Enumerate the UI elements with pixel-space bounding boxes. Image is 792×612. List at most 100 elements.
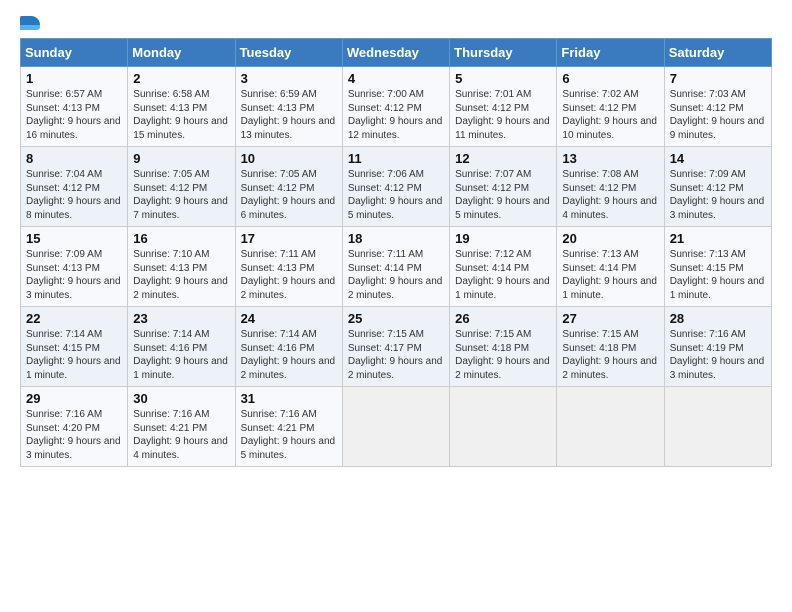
calendar-cell: 6 Sunrise: 7:02 AMSunset: 4:12 PMDaylight…: [557, 67, 664, 147]
day-content: Sunrise: 7:02 AMSunset: 4:12 PMDaylight:…: [562, 89, 657, 141]
calendar-week-row: 29 Sunrise: 7:16 AMSunset: 4:20 PMDayligh…: [21, 387, 772, 467]
day-number: 11: [348, 151, 444, 166]
day-content: Sunrise: 7:11 AMSunset: 4:13 PMDaylight:…: [241, 249, 336, 301]
day-number: 18: [348, 231, 444, 246]
day-number: 7: [670, 71, 766, 86]
day-number: 19: [455, 231, 551, 246]
day-number: 4: [348, 71, 444, 86]
day-content: Sunrise: 6:59 AMSunset: 4:13 PMDaylight:…: [241, 89, 336, 141]
day-content: Sunrise: 7:06 AMSunset: 4:12 PMDaylight:…: [348, 169, 443, 221]
calendar-cell: 8Sunrise: 7:04 AMSunset: 4:12 PMDaylight…: [21, 147, 128, 227]
day-number: 5: [455, 71, 551, 86]
day-content: Sunrise: 7:16 AMSunset: 4:21 PMDaylight:…: [133, 409, 228, 461]
calendar-cell: 12 Sunrise: 7:07 AMSunset: 4:12 PMDayligh…: [450, 147, 557, 227]
day-content: Sunrise: 6:57 AMSunset: 4:13 PMDaylight:…: [26, 89, 121, 141]
calendar-cell: 30 Sunrise: 7:16 AMSunset: 4:21 PMDayligh…: [128, 387, 235, 467]
calendar-week-row: 22 Sunrise: 7:14 AMSunset: 4:15 PMDayligh…: [21, 307, 772, 387]
calendar-cell: [450, 387, 557, 467]
day-content: Sunrise: 7:14 AMSunset: 4:16 PMDaylight:…: [133, 329, 228, 381]
calendar-cell: 13 Sunrise: 7:08 AMSunset: 4:12 PMDayligh…: [557, 147, 664, 227]
day-content: Sunrise: 7:09 AMSunset: 4:13 PMDaylight:…: [26, 249, 121, 301]
calendar-cell: 4 Sunrise: 7:00 AMSunset: 4:12 PMDaylight…: [342, 67, 449, 147]
day-content: Sunrise: 6:58 AMSunset: 4:13 PMDaylight:…: [133, 89, 228, 141]
calendar-cell: 22 Sunrise: 7:14 AMSunset: 4:15 PMDayligh…: [21, 307, 128, 387]
calendar-cell: 10 Sunrise: 7:05 AMSunset: 4:12 PMDayligh…: [235, 147, 342, 227]
calendar-cell: 23 Sunrise: 7:14 AMSunset: 4:16 PMDayligh…: [128, 307, 235, 387]
weekday-header-tuesday: Tuesday: [235, 39, 342, 67]
calendar-cell: 21 Sunrise: 7:13 AMSunset: 4:15 PMDayligh…: [664, 227, 771, 307]
calendar-week-row: 8Sunrise: 7:04 AMSunset: 4:12 PMDaylight…: [21, 147, 772, 227]
weekday-header-sunday: Sunday: [21, 39, 128, 67]
day-number: 30: [133, 391, 229, 406]
day-content: Sunrise: 7:09 AMSunset: 4:12 PMDaylight:…: [670, 169, 765, 221]
weekday-header-saturday: Saturday: [664, 39, 771, 67]
header: [20, 16, 772, 30]
calendar-cell: 7 Sunrise: 7:03 AMSunset: 4:12 PMDaylight…: [664, 67, 771, 147]
calendar-cell: 5 Sunrise: 7:01 AMSunset: 4:12 PMDaylight…: [450, 67, 557, 147]
day-number: 23: [133, 311, 229, 326]
day-content: Sunrise: 7:14 AMSunset: 4:16 PMDaylight:…: [241, 329, 336, 381]
day-number: 3: [241, 71, 337, 86]
day-number: 12: [455, 151, 551, 166]
calendar-cell: 17 Sunrise: 7:11 AMSunset: 4:13 PMDayligh…: [235, 227, 342, 307]
calendar-cell: 26Sunrise: 7:15 AMSunset: 4:18 PMDayligh…: [450, 307, 557, 387]
day-number: 6: [562, 71, 658, 86]
calendar-cell: [557, 387, 664, 467]
day-number: 24: [241, 311, 337, 326]
day-content: Sunrise: 7:16 AMSunset: 4:21 PMDaylight:…: [241, 409, 336, 461]
day-content: Sunrise: 7:11 AMSunset: 4:14 PMDaylight:…: [348, 249, 443, 301]
day-content: Sunrise: 7:07 AMSunset: 4:12 PMDaylight:…: [455, 169, 550, 221]
day-number: 29: [26, 391, 122, 406]
day-number: 22: [26, 311, 122, 326]
day-number: 21: [670, 231, 766, 246]
day-number: 15: [26, 231, 122, 246]
weekday-header-row: SundayMondayTuesdayWednesdayThursdayFrid…: [21, 39, 772, 67]
calendar-week-row: 15 Sunrise: 7:09 AMSunset: 4:13 PMDayligh…: [21, 227, 772, 307]
day-content: Sunrise: 7:05 AMSunset: 4:12 PMDaylight:…: [241, 169, 336, 221]
day-number: 10: [241, 151, 337, 166]
day-number: 9: [133, 151, 229, 166]
day-content: Sunrise: 7:15 AMSunset: 4:17 PMDaylight:…: [348, 329, 443, 381]
day-content: Sunrise: 7:00 AMSunset: 4:12 PMDaylight:…: [348, 89, 443, 141]
calendar-cell: 14 Sunrise: 7:09 AMSunset: 4:12 PMDayligh…: [664, 147, 771, 227]
day-content: Sunrise: 7:14 AMSunset: 4:15 PMDaylight:…: [26, 329, 121, 381]
day-number: 25: [348, 311, 444, 326]
day-content: Sunrise: 7:04 AMSunset: 4:12 PMDaylight:…: [26, 169, 121, 221]
day-number: 17: [241, 231, 337, 246]
day-content: Sunrise: 7:01 AMSunset: 4:12 PMDaylight:…: [455, 89, 550, 141]
calendar-week-row: 1 Sunrise: 6:57 AMSunset: 4:13 PMDaylight…: [21, 67, 772, 147]
calendar-cell: 24 Sunrise: 7:14 AMSunset: 4:16 PMDayligh…: [235, 307, 342, 387]
calendar-cell: 31 Sunrise: 7:16 AMSunset: 4:21 PMDayligh…: [235, 387, 342, 467]
weekday-header-thursday: Thursday: [450, 39, 557, 67]
calendar-cell: 29 Sunrise: 7:16 AMSunset: 4:20 PMDayligh…: [21, 387, 128, 467]
calendar-cell: 1 Sunrise: 6:57 AMSunset: 4:13 PMDaylight…: [21, 67, 128, 147]
calendar-cell: [664, 387, 771, 467]
calendar-cell: 9Sunrise: 7:05 AMSunset: 4:12 PMDaylight…: [128, 147, 235, 227]
day-number: 14: [670, 151, 766, 166]
calendar-cell: 27Sunrise: 7:15 AMSunset: 4:18 PMDayligh…: [557, 307, 664, 387]
calendar-cell: 25 Sunrise: 7:15 AMSunset: 4:17 PMDayligh…: [342, 307, 449, 387]
day-content: Sunrise: 7:13 AMSunset: 4:15 PMDaylight:…: [670, 249, 765, 301]
calendar-cell: 18 Sunrise: 7:11 AMSunset: 4:14 PMDayligh…: [342, 227, 449, 307]
day-content: Sunrise: 7:08 AMSunset: 4:12 PMDaylight:…: [562, 169, 657, 221]
day-content: Sunrise: 7:03 AMSunset: 4:12 PMDaylight:…: [670, 89, 765, 141]
day-content: Sunrise: 7:16 AMSunset: 4:20 PMDaylight:…: [26, 409, 121, 461]
logo-flag-icon: [20, 16, 40, 30]
calendar-cell: 28Sunrise: 7:16 AMSunset: 4:19 PMDayligh…: [664, 307, 771, 387]
weekday-header-friday: Friday: [557, 39, 664, 67]
day-content: Sunrise: 7:16 AMSunset: 4:19 PMDaylight:…: [670, 329, 765, 381]
day-content: Sunrise: 7:12 AMSunset: 4:14 PMDaylight:…: [455, 249, 550, 301]
day-number: 20: [562, 231, 658, 246]
day-number: 2: [133, 71, 229, 86]
day-number: 1: [26, 71, 122, 86]
day-content: Sunrise: 7:10 AMSunset: 4:13 PMDaylight:…: [133, 249, 228, 301]
calendar-cell: 11 Sunrise: 7:06 AMSunset: 4:12 PMDayligh…: [342, 147, 449, 227]
day-number: 13: [562, 151, 658, 166]
day-number: 16: [133, 231, 229, 246]
calendar-table: SundayMondayTuesdayWednesdayThursdayFrid…: [20, 38, 772, 467]
calendar-cell: [342, 387, 449, 467]
logo: [20, 16, 44, 30]
calendar-cell: 15 Sunrise: 7:09 AMSunset: 4:13 PMDayligh…: [21, 227, 128, 307]
day-number: 31: [241, 391, 337, 406]
calendar-cell: 19 Sunrise: 7:12 AMSunset: 4:14 PMDayligh…: [450, 227, 557, 307]
